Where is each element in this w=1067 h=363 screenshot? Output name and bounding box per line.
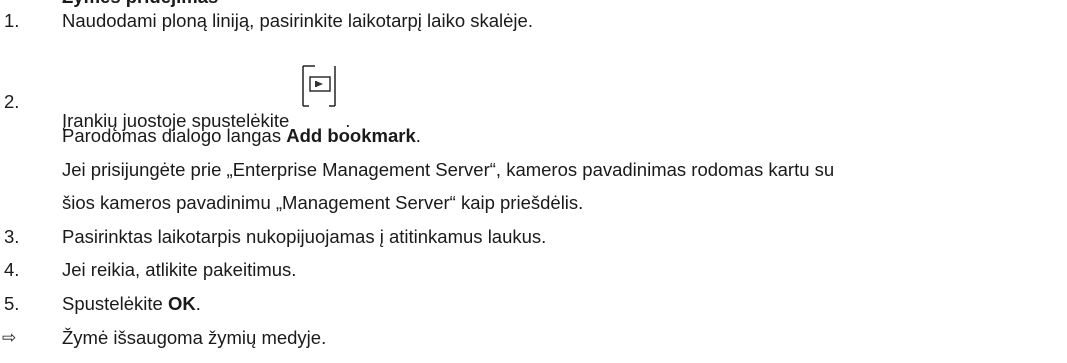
result-text: Žymė išsaugoma žymių medyje.	[62, 327, 327, 348]
ok-label: OK	[167, 293, 196, 314]
step-number: 3.	[4, 226, 20, 247]
step-text: Jei reikia, atlikite pakeitimus.	[62, 259, 297, 280]
step-number: 4.	[4, 259, 20, 280]
step-text: Naudodami ploną liniją, pasirinkite laik…	[62, 10, 533, 31]
step-number: 5.	[4, 293, 20, 314]
step-text: Pasirinktas laikotarpis nukopijuojamas į…	[62, 226, 547, 247]
step-number: 2.	[4, 91, 20, 112]
step-text: Spustelėkite OK.	[62, 293, 201, 314]
step-number: 1.	[4, 10, 20, 31]
dialog-name: Add bookmark	[286, 125, 416, 146]
result-arrow-icon: ⇨	[2, 328, 17, 347]
section-heading: Žymės pridėjimas	[62, 0, 218, 8]
